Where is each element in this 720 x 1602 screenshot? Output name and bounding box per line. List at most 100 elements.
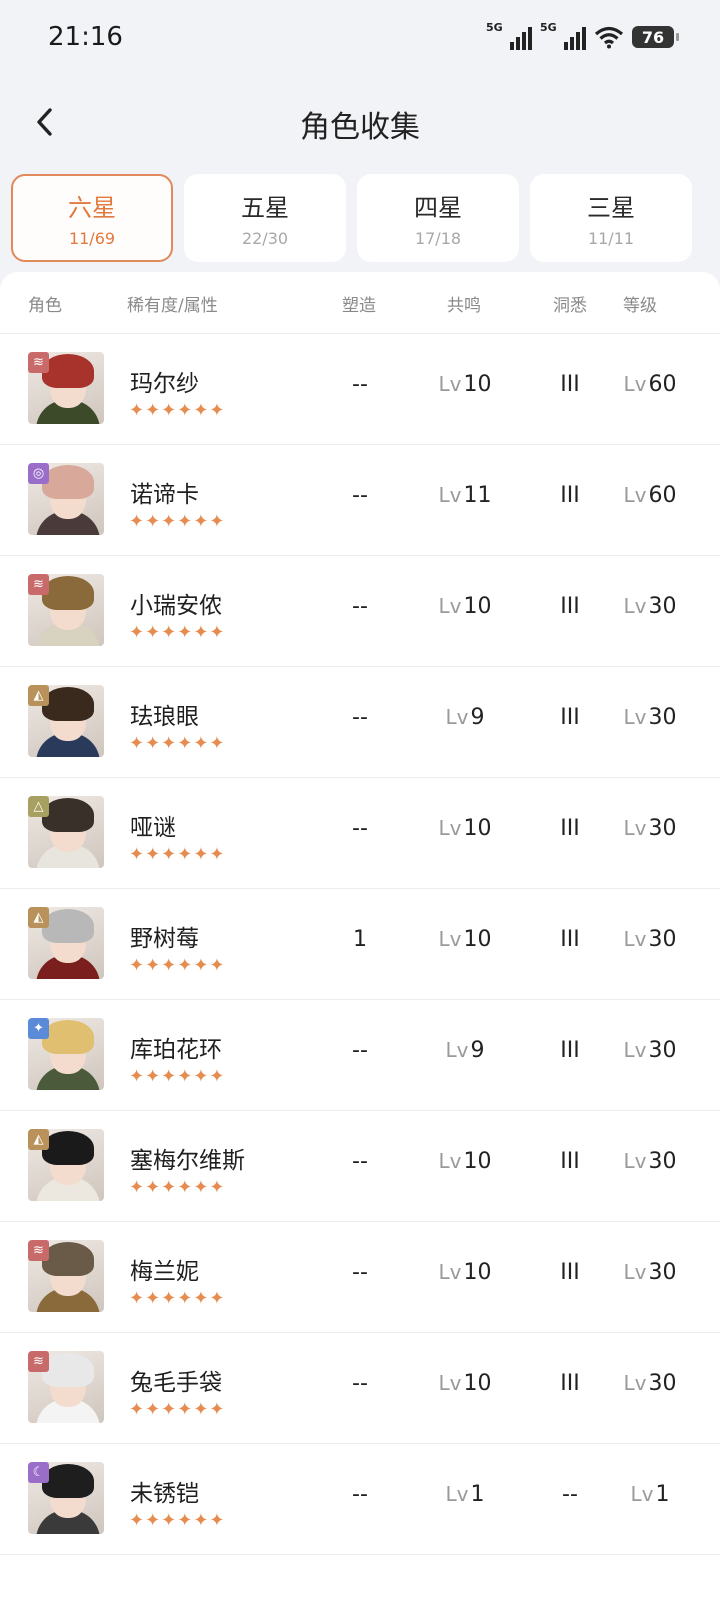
column-header-level: 等级: [623, 296, 657, 316]
level-prefix: Lv: [623, 372, 647, 396]
character-table: 角色 稀有度/属性 塑造 共鸣 洞悉 等级 ≋ 玛尔纱 ✦✦✦✦✦✦ -- Lv10 II…: [0, 272, 720, 1602]
page-title: 角色收集: [300, 110, 420, 145]
level-prefix: Lv: [438, 594, 462, 618]
level-prefix: Lv: [438, 816, 462, 840]
rarity-stars: ✦✦✦✦✦✦: [129, 844, 226, 865]
level-number: 30: [648, 1038, 677, 1063]
level-prefix: Lv: [623, 1149, 647, 1173]
tab-label: 三星: [587, 194, 635, 222]
tab-label: 四星: [414, 194, 462, 222]
resonance-value: Lv10: [420, 816, 510, 841]
shaping-value: --: [352, 1149, 368, 1174]
level-value: Lv30: [610, 816, 690, 841]
beast-claw-icon: ≋: [28, 1351, 49, 1372]
tab-four-star[interactable]: 四星 17/18: [357, 174, 519, 262]
moon-icon: ☾: [28, 1462, 49, 1483]
level-value: Lv30: [610, 927, 690, 952]
network-type-label-2: 5G: [540, 21, 557, 34]
level-value: Lv60: [610, 483, 690, 508]
tab-five-star[interactable]: 五星 22/30: [184, 174, 346, 262]
character-avatar: ✦: [28, 1018, 104, 1090]
page-header: 角色收集: [0, 80, 720, 166]
shaping-value: --: [352, 594, 368, 619]
table-row[interactable]: ◭ 塞梅尔维斯 ✦✦✦✦✦✦ -- Lv10 III Lv30: [0, 1111, 720, 1222]
table-row[interactable]: △ 哑谜 ✦✦✦✦✦✦ -- Lv10 III Lv30: [0, 778, 720, 889]
tab-three-star[interactable]: 三星 11/11: [530, 174, 692, 262]
resonance-number: 10: [463, 927, 492, 952]
status-icons: 5G 5G 76: [486, 21, 679, 50]
level-value: Lv30: [610, 594, 690, 619]
cellular-signal-icon: 5G: [486, 21, 532, 50]
character-name: 哑谜: [130, 815, 176, 841]
level-value: Lv30: [610, 1038, 690, 1063]
character-avatar: ◭: [28, 1129, 104, 1201]
beast-claw-icon: ≋: [28, 352, 49, 373]
resonance-number: 10: [463, 594, 492, 619]
tab-label: 五星: [241, 194, 289, 222]
column-header-insight: 洞悉: [553, 296, 587, 316]
resonance-value: Lv10: [420, 594, 510, 619]
resonance-number: 1: [470, 1482, 485, 1507]
tab-label: 六星: [68, 194, 116, 222]
rarity-stars: ✦✦✦✦✦✦: [129, 1066, 226, 1087]
wifi-icon: [594, 26, 624, 49]
network-type-label: 5G: [486, 21, 503, 34]
insight-value: --: [562, 1482, 578, 1507]
resonance-number: 9: [470, 1038, 485, 1063]
table-row[interactable]: ≋ 玛尔纱 ✦✦✦✦✦✦ -- Lv10 III Lv60: [0, 334, 720, 445]
level-value: Lv30: [610, 1149, 690, 1174]
tab-count: 11/11: [587, 229, 635, 248]
rarity-stars: ✦✦✦✦✦✦: [129, 1177, 226, 1198]
rarity-stars: ✦✦✦✦✦✦: [129, 400, 226, 421]
character-avatar: ≋: [28, 574, 104, 646]
insight-value: III: [560, 594, 580, 619]
character-name: 珐琅眼: [130, 704, 199, 730]
tab-count: 17/18: [414, 229, 462, 248]
character-avatar: ◭: [28, 685, 104, 757]
resonance-value: Lv11: [420, 483, 510, 508]
table-row[interactable]: ≋ 梅兰妮 ✦✦✦✦✦✦ -- Lv10 III Lv30: [0, 1222, 720, 1333]
level-prefix: Lv: [438, 1371, 462, 1395]
character-name: 梅兰妮: [130, 1259, 199, 1285]
shaping-value: --: [352, 705, 368, 730]
level-number: 1: [655, 1482, 670, 1507]
level-prefix: Lv: [623, 927, 647, 951]
table-row[interactable]: ◭ 野树莓 ✦✦✦✦✦✦ 1 Lv10 III Lv30: [0, 889, 720, 1000]
character-name: 玛尔纱: [130, 371, 199, 397]
shaping-value: --: [352, 1260, 368, 1285]
shaping-value: --: [352, 1482, 368, 1507]
rarity-stars: ✦✦✦✦✦✦: [129, 622, 226, 643]
beast-claw-icon: ≋: [28, 1240, 49, 1261]
table-row[interactable]: ◎ 诺谛卡 ✦✦✦✦✦✦ -- Lv11 III Lv60: [0, 445, 720, 556]
rock-icon: ◭: [28, 685, 49, 706]
triangle-sigil-icon: △: [28, 796, 49, 817]
level-number: 30: [648, 1371, 677, 1396]
level-prefix: Lv: [438, 927, 462, 951]
shaping-value: --: [352, 483, 368, 508]
resonance-number: 11: [463, 483, 492, 508]
column-header-resonance: 共鸣: [447, 296, 481, 316]
character-avatar: △: [28, 796, 104, 868]
tab-six-star[interactable]: 六星 11/69: [11, 174, 173, 262]
table-row[interactable]: ☾ 未锈铠 ✦✦✦✦✦✦ -- Lv1 -- Lv1: [0, 1444, 720, 1555]
table-row[interactable]: ◭ 珐琅眼 ✦✦✦✦✦✦ -- Lv9 III Lv30: [0, 667, 720, 778]
level-value: Lv30: [610, 705, 690, 730]
rarity-stars: ✦✦✦✦✦✦: [129, 511, 226, 532]
character-avatar: ☾: [28, 1462, 104, 1534]
table-row[interactable]: ✦ 库珀花环 ✦✦✦✦✦✦ -- Lv9 III Lv30: [0, 1000, 720, 1111]
insight-value: III: [560, 816, 580, 841]
character-avatar: ◎: [28, 463, 104, 535]
insight-value: III: [560, 705, 580, 730]
insight-value: III: [560, 1149, 580, 1174]
level-number: 60: [648, 483, 677, 508]
resonance-number: 10: [463, 816, 492, 841]
table-row[interactable]: ≋ 兔毛手袋 ✦✦✦✦✦✦ -- Lv10 III Lv30: [0, 1333, 720, 1444]
level-prefix: Lv: [438, 1260, 462, 1284]
level-number: 30: [648, 927, 677, 952]
column-header-rarity: 稀有度/属性: [127, 296, 218, 316]
level-prefix: Lv: [438, 1149, 462, 1173]
table-row[interactable]: ≋ 小瑞安侬 ✦✦✦✦✦✦ -- Lv10 III Lv30: [0, 556, 720, 667]
resonance-number: 10: [463, 1260, 492, 1285]
level-prefix: Lv: [623, 705, 647, 729]
star-icon: ✦: [28, 1018, 49, 1039]
